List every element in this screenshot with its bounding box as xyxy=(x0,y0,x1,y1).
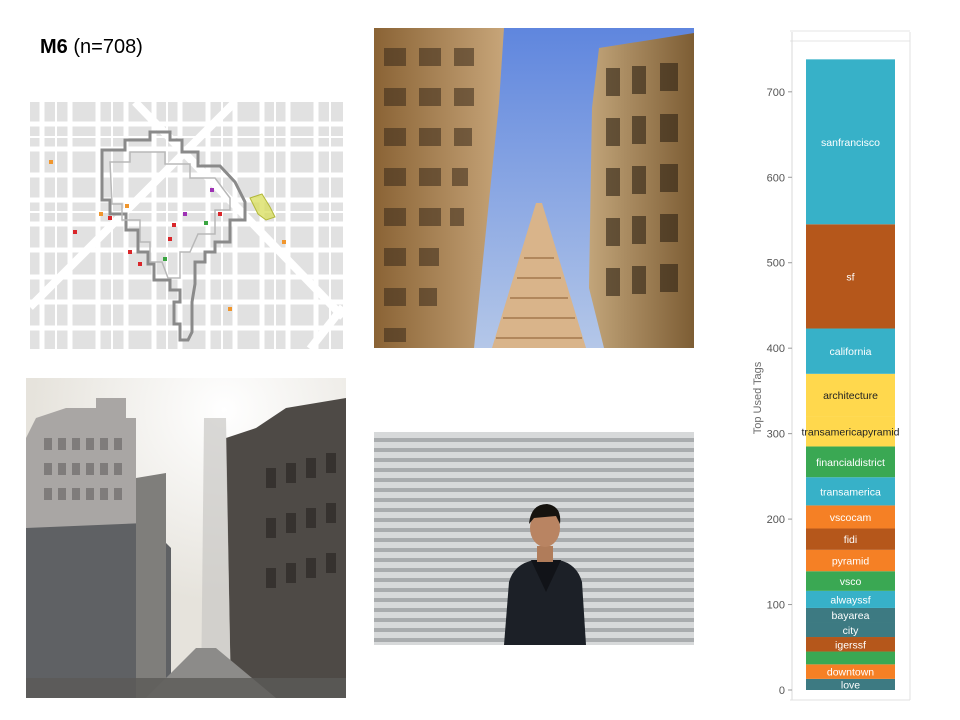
map-marker xyxy=(163,257,167,261)
tag-chart: Top Used Tags 0 100 200 300 400 500 600 700 lov… xyxy=(745,30,915,702)
city-map xyxy=(30,102,343,349)
map-marker xyxy=(168,237,172,241)
map-marker xyxy=(108,216,112,220)
map-marker xyxy=(99,212,103,216)
segment-label: bayarea xyxy=(832,610,870,622)
map-marker xyxy=(204,221,208,225)
segment-label: pyramid xyxy=(832,556,870,568)
segment-label: financialdistrict xyxy=(816,457,885,469)
photo-man-shutter xyxy=(374,432,694,645)
right-building xyxy=(226,398,346,698)
segment-label: fidi xyxy=(844,534,857,546)
segment-label: sanfrancisco xyxy=(821,137,880,149)
segment-label: city xyxy=(843,625,860,637)
y-tick-label: 0 xyxy=(779,685,785,697)
map-marker xyxy=(282,240,286,244)
y-tick-label: 300 xyxy=(767,429,785,441)
segment-label: vsco xyxy=(840,576,862,588)
y-tick-label: 100 xyxy=(767,600,785,612)
segment-label: california xyxy=(829,346,871,358)
map-marker xyxy=(125,204,129,208)
segment-label: sf xyxy=(846,271,854,283)
page-title: M6 (n=708) xyxy=(40,36,143,58)
map-marker xyxy=(218,212,222,216)
segment-label: downtown xyxy=(827,667,874,679)
y-axis-label: Top Used Tags xyxy=(752,361,764,434)
map-marker xyxy=(228,307,232,311)
segment-label: vscocam xyxy=(830,512,872,524)
map-marker xyxy=(49,160,53,164)
segment-label: transamerica xyxy=(820,486,881,498)
left-building-mid xyxy=(136,473,166,698)
bar-segment xyxy=(806,651,895,665)
segment-label: architecture xyxy=(823,390,878,402)
map-marker xyxy=(210,188,214,192)
y-tick-label: 400 xyxy=(767,343,785,355)
map-marker xyxy=(128,250,132,254)
map-marker xyxy=(73,230,77,234)
segment-label: alwayssf xyxy=(830,594,870,606)
y-tick-label: 700 xyxy=(767,87,785,99)
y-axis-ticks: 0 100 200 300 400 500 600 700 xyxy=(767,87,792,697)
map-marker xyxy=(183,212,187,216)
y-tick-label: 500 xyxy=(767,258,785,270)
y-tick-label: 600 xyxy=(767,172,785,184)
segment-label: transamericapyramid xyxy=(801,427,899,439)
segment-label: love xyxy=(841,679,860,691)
y-tick-label: 200 xyxy=(767,514,785,526)
segment-label: igerssf xyxy=(835,639,866,651)
map-marker xyxy=(172,223,176,227)
photo-skyscrapers xyxy=(374,28,694,348)
photo-downtown-street xyxy=(26,378,346,698)
map-marker xyxy=(138,262,142,266)
